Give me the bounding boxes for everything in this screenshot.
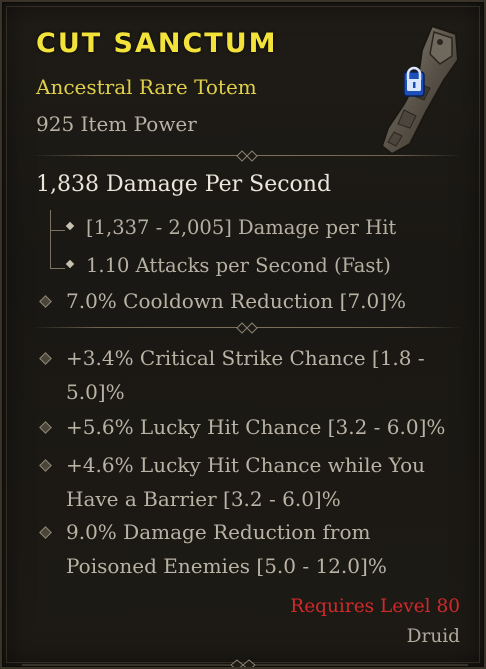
damage-per-hit: [1,337 - 2,005] Damage per Hit xyxy=(86,216,397,239)
affix-bullet-icon xyxy=(39,352,52,365)
level-requirement: Requires Level 80 xyxy=(290,596,460,617)
affix-bullet-icon xyxy=(39,421,52,434)
item-type: Ancestral Rare Totem xyxy=(36,75,257,99)
damage-per-second: 1,838 Damage Per Second xyxy=(36,172,332,197)
affix-bullet-icon xyxy=(39,295,52,308)
bottom-ornament xyxy=(22,659,468,667)
item-name: CUT SANCTUM xyxy=(36,28,278,59)
class-requirement: Druid xyxy=(406,626,460,647)
affix-bullet-icon xyxy=(39,526,52,539)
section-divider xyxy=(32,322,462,334)
affix-bullet-icon xyxy=(39,459,52,472)
attacks-per-second: 1.10 Attacks per Second (Fast) xyxy=(86,254,391,277)
item-tooltip: CUT SANCTUM Ancestral Rare Totem 925 Ite… xyxy=(0,0,486,669)
lock-icon xyxy=(403,66,425,97)
section-divider xyxy=(32,150,462,162)
item-power: 925 Item Power xyxy=(36,112,197,136)
totem-item-icon xyxy=(380,24,460,156)
